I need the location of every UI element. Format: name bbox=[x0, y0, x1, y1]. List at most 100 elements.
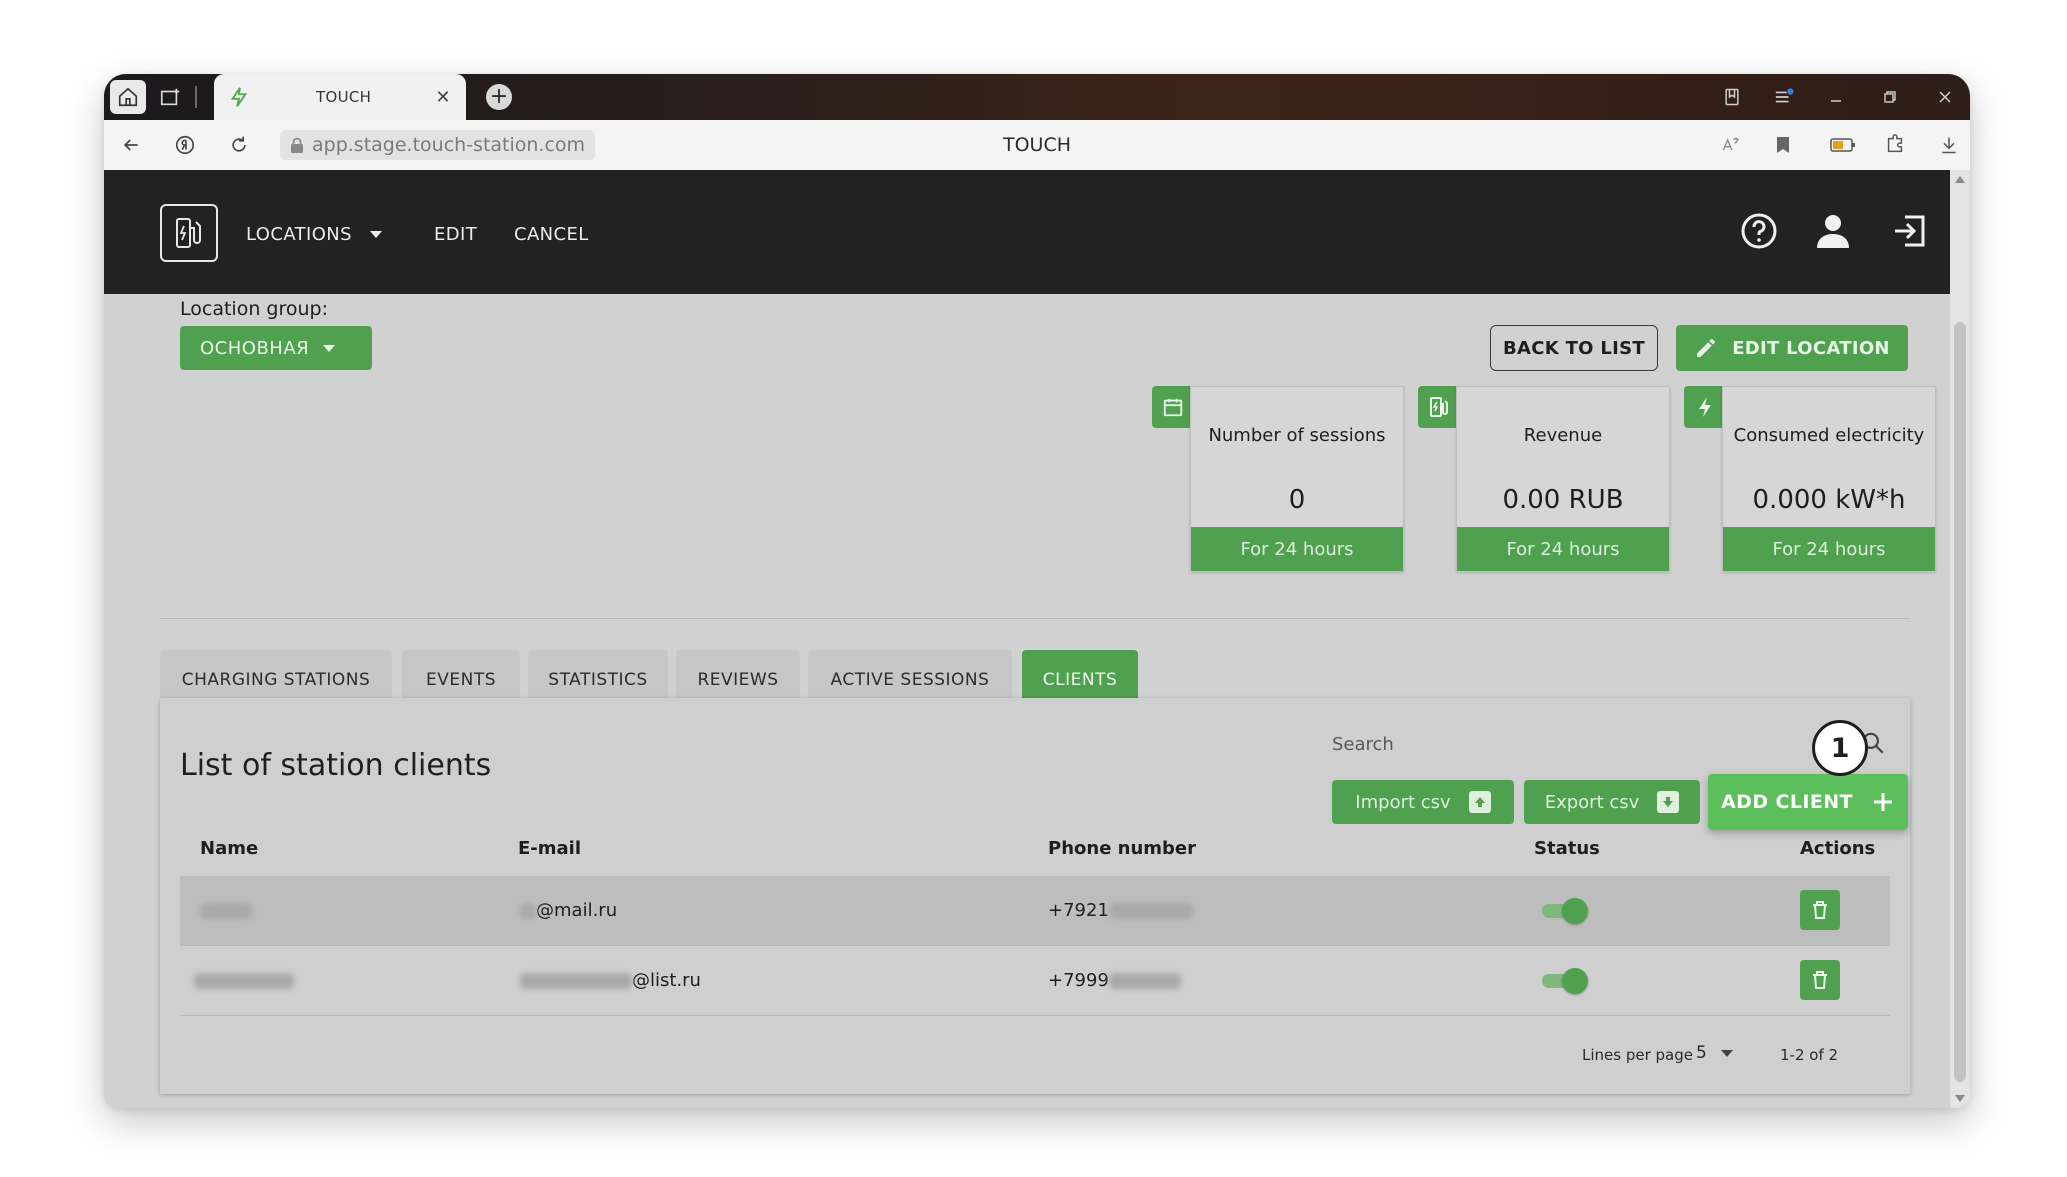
export-csv-button[interactable]: Export csv bbox=[1524, 780, 1700, 824]
bookmarks-icon[interactable] bbox=[1716, 82, 1748, 112]
bolt-icon bbox=[1684, 386, 1726, 428]
trash-icon bbox=[1813, 901, 1827, 919]
edit-location-button[interactable]: EDIT LOCATION bbox=[1676, 325, 1908, 371]
client-name bbox=[194, 970, 294, 991]
redacted-text bbox=[194, 973, 294, 989]
clients-title: List of station clients bbox=[180, 748, 492, 783]
nav-cancel[interactable]: CANCEL bbox=[514, 224, 589, 245]
download-icon[interactable] bbox=[1934, 130, 1964, 160]
add-client-label: ADD CLIENT bbox=[1721, 791, 1853, 813]
calendar-icon bbox=[1152, 386, 1194, 428]
nav-locations[interactable]: LOCATIONS bbox=[246, 224, 383, 245]
lines-per-page-select[interactable]: 5 bbox=[1696, 1043, 1733, 1063]
close-tab-icon[interactable]: ✕ bbox=[432, 86, 454, 108]
scroll-down-icon[interactable] bbox=[1955, 1095, 1965, 1102]
fuel-station-icon bbox=[1418, 386, 1460, 428]
pagination-range: 1-2 of 2 bbox=[1780, 1046, 1839, 1064]
browser-window: TOUCH ✕ + app.stage.touch-station.com TO… bbox=[104, 74, 1970, 1108]
location-group-select[interactable]: ОСНОВНАЯ bbox=[180, 326, 372, 370]
import-csv-label: Import csv bbox=[1355, 791, 1451, 813]
back-arrow-icon[interactable] bbox=[116, 130, 146, 160]
bolt-favicon-icon bbox=[228, 86, 250, 108]
stat-title: Revenue bbox=[1523, 425, 1603, 446]
chevron-down-icon bbox=[1720, 1049, 1733, 1057]
redacted-text bbox=[520, 973, 632, 989]
menu-icon[interactable] bbox=[1768, 82, 1800, 112]
upload-icon bbox=[1468, 791, 1491, 813]
stat-value: 0.000 kW*h bbox=[1752, 485, 1906, 515]
plus-icon bbox=[1873, 793, 1892, 811]
help-icon[interactable] bbox=[1736, 208, 1782, 254]
reload-icon[interactable] bbox=[224, 130, 254, 160]
app-content: LOCATIONS EDIT CANCEL Location group: ОС… bbox=[104, 170, 1950, 1108]
status-toggle[interactable] bbox=[1542, 968, 1588, 994]
section-divider bbox=[160, 618, 1910, 619]
delete-client-button[interactable] bbox=[1800, 890, 1840, 930]
minimize-icon[interactable] bbox=[1820, 82, 1852, 112]
client-phone: +7999 bbox=[1048, 970, 1181, 991]
page-scrollbar[interactable] bbox=[1950, 170, 1970, 1108]
location-group-value: ОСНОВНАЯ bbox=[200, 337, 310, 359]
status-toggle[interactable] bbox=[1542, 898, 1588, 924]
tab-separator bbox=[195, 86, 197, 108]
home-icon[interactable] bbox=[110, 80, 146, 114]
location-group-label: Location group: bbox=[180, 298, 328, 320]
stat-period: For 24 hours bbox=[1457, 527, 1669, 571]
phone-prefix: +7999 bbox=[1048, 970, 1109, 991]
edit-location-label: EDIT LOCATION bbox=[1732, 337, 1890, 359]
new-tab-button[interactable]: + bbox=[482, 80, 516, 114]
lines-per-page-value: 5 bbox=[1696, 1043, 1707, 1063]
import-csv-button[interactable]: Import csv bbox=[1332, 780, 1514, 824]
phone-prefix: +7921 bbox=[1048, 900, 1109, 921]
pencil-icon bbox=[1697, 339, 1716, 357]
download-icon bbox=[1657, 791, 1680, 813]
browser-tab-title: TOUCH bbox=[316, 88, 372, 106]
translate-icon[interactable] bbox=[1716, 130, 1746, 160]
chevron-down-icon bbox=[370, 231, 383, 238]
stat-value: 0 bbox=[1288, 485, 1306, 515]
client-name bbox=[200, 900, 252, 921]
column-header-email[interactable]: E-mail bbox=[518, 838, 581, 859]
column-header-status[interactable]: Status bbox=[1534, 838, 1600, 859]
url-text: app.stage.touch-station.com bbox=[312, 134, 586, 156]
extensions-icon[interactable] bbox=[1880, 130, 1910, 160]
scroll-up-icon[interactable] bbox=[1955, 176, 1965, 183]
table-row[interactable]: @mail.ru +7921 bbox=[180, 876, 1890, 946]
annotation-callout: 1 bbox=[1812, 720, 1868, 776]
app-logo-icon[interactable] bbox=[160, 204, 218, 262]
url-field[interactable]: app.stage.touch-station.com bbox=[280, 130, 596, 160]
column-header-name[interactable]: Name bbox=[200, 838, 258, 859]
search-input[interactable]: Search bbox=[1332, 734, 1394, 755]
nav-locations-label: LOCATIONS bbox=[246, 224, 353, 245]
back-to-list-button[interactable]: BACK TO LIST bbox=[1490, 325, 1658, 371]
clients-panel: List of station clients Search Import cs… bbox=[160, 698, 1910, 1094]
stat-card-sessions: Number of sessions 0 For 24 hours bbox=[1190, 386, 1404, 572]
close-window-icon[interactable] bbox=[1929, 82, 1961, 112]
stat-title: Number of sessions bbox=[1208, 425, 1386, 446]
app-header: LOCATIONS EDIT CANCEL bbox=[104, 170, 1950, 294]
lines-per-page-label: Lines per page bbox=[1582, 1046, 1693, 1064]
delete-client-button[interactable] bbox=[1800, 960, 1840, 1000]
user-account-icon[interactable] bbox=[1810, 208, 1856, 254]
plus-icon: + bbox=[486, 84, 512, 110]
lock-icon bbox=[291, 137, 303, 153]
export-csv-label: Export csv bbox=[1544, 791, 1640, 813]
client-email: @mail.ru bbox=[520, 900, 617, 921]
column-header-phone[interactable]: Phone number bbox=[1048, 838, 1196, 859]
nav-edit[interactable]: EDIT bbox=[434, 224, 477, 245]
yandex-icon[interactable] bbox=[170, 130, 200, 160]
scroll-thumb[interactable] bbox=[1954, 322, 1966, 1082]
battery-icon[interactable] bbox=[1828, 130, 1858, 160]
bookmark-icon[interactable] bbox=[1768, 130, 1798, 160]
client-email: @list.ru bbox=[520, 970, 701, 991]
table-row[interactable]: @list.ru +7999 bbox=[180, 946, 1890, 1016]
tabs-panel-icon[interactable] bbox=[152, 80, 188, 114]
browser-tab-active[interactable]: TOUCH ✕ bbox=[214, 74, 466, 120]
restore-icon[interactable] bbox=[1874, 82, 1906, 112]
stat-card-electricity: Consumed electricity 0.000 kW*h For 24 h… bbox=[1722, 386, 1936, 572]
logout-icon[interactable] bbox=[1886, 208, 1932, 254]
stat-period: For 24 hours bbox=[1191, 527, 1403, 571]
redacted-text bbox=[520, 903, 536, 919]
add-client-button[interactable]: ADD CLIENT bbox=[1708, 774, 1908, 830]
stat-title: Consumed electricity bbox=[1733, 425, 1925, 446]
